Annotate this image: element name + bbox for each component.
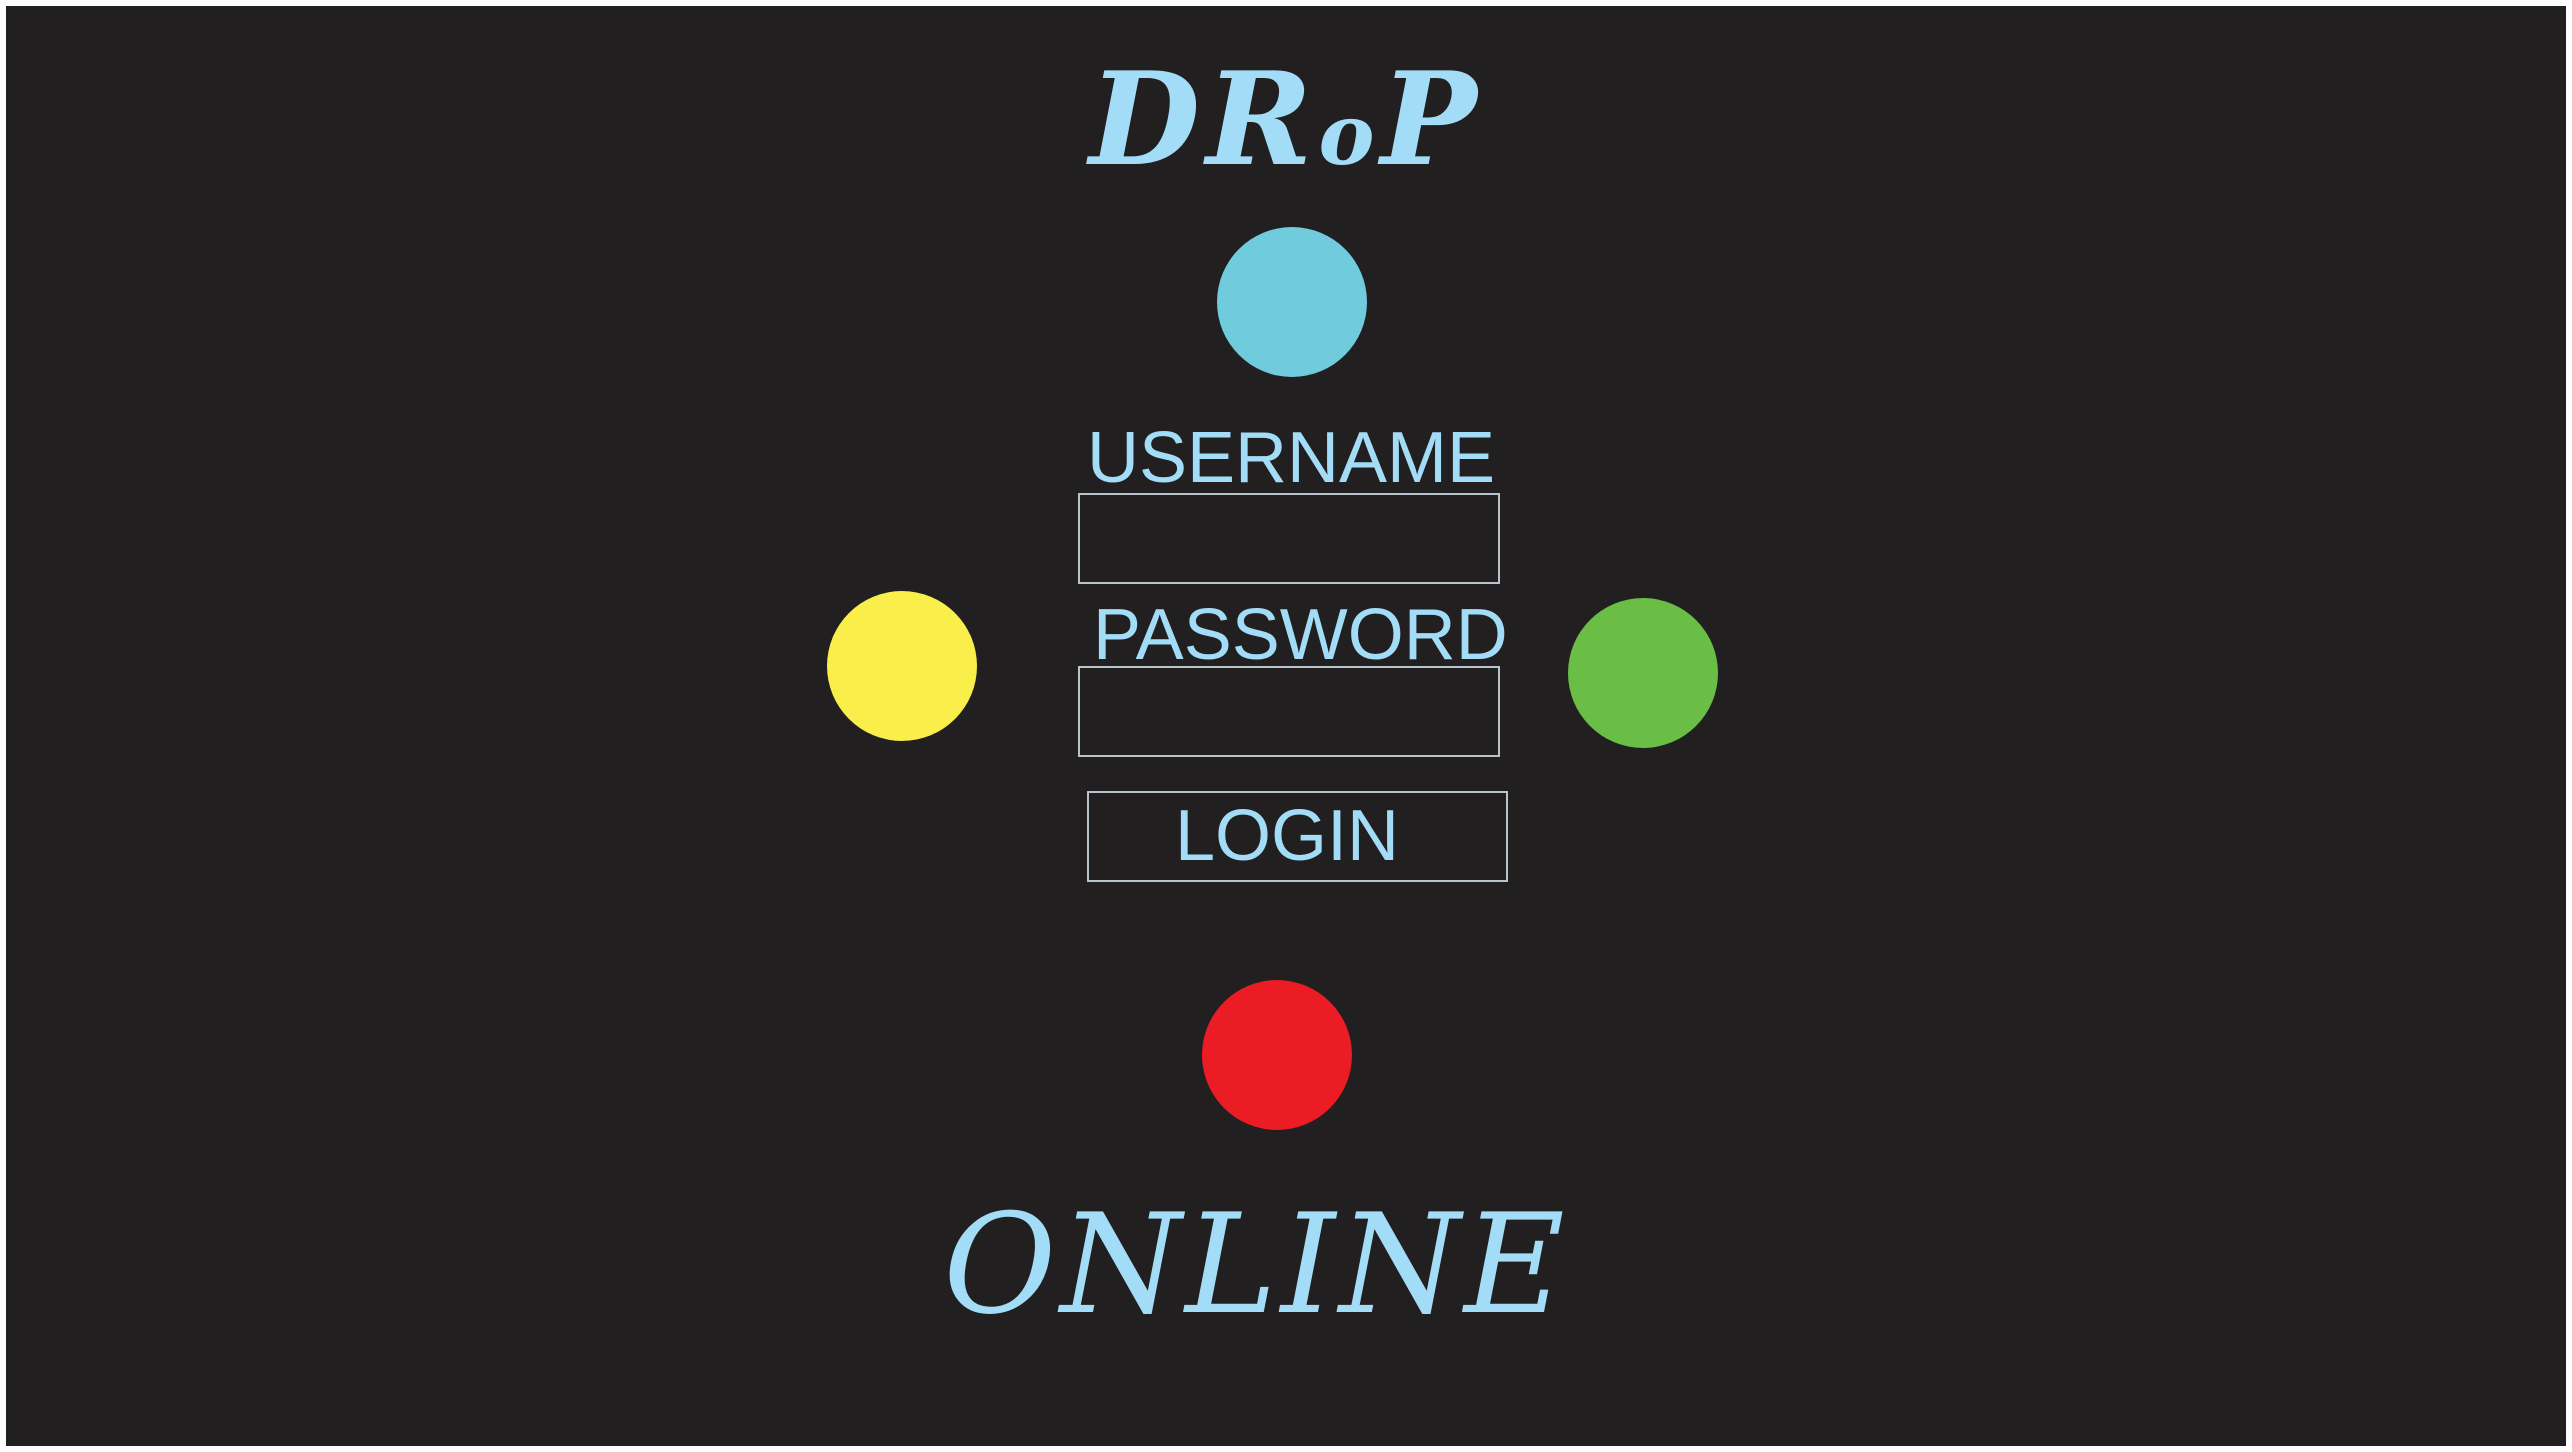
- app-subtitle: ONLINE: [943, 1184, 1569, 1345]
- logo-part-dr: DR: [1089, 45, 1319, 195]
- blue-dot-icon: [1217, 227, 1367, 377]
- password-label: PASSWORD: [1093, 595, 1508, 675]
- yellow-dot-icon: [827, 591, 977, 741]
- logo-part-p: P: [1380, 45, 1483, 195]
- login-button[interactable]: LOGIN: [1087, 791, 1508, 882]
- password-field[interactable]: [1078, 666, 1500, 757]
- username-label: USERNAME: [1087, 418, 1496, 498]
- green-dot-icon: [1568, 598, 1718, 748]
- app-logo-title: DRoP: [6, 56, 2566, 184]
- login-screen: DRoP USERNAME PASSWORD LOGIN ONLINE: [6, 6, 2566, 1446]
- username-field[interactable]: [1078, 493, 1500, 584]
- red-dot-icon: [1202, 980, 1352, 1130]
- logo-part-o: o: [1318, 85, 1381, 184]
